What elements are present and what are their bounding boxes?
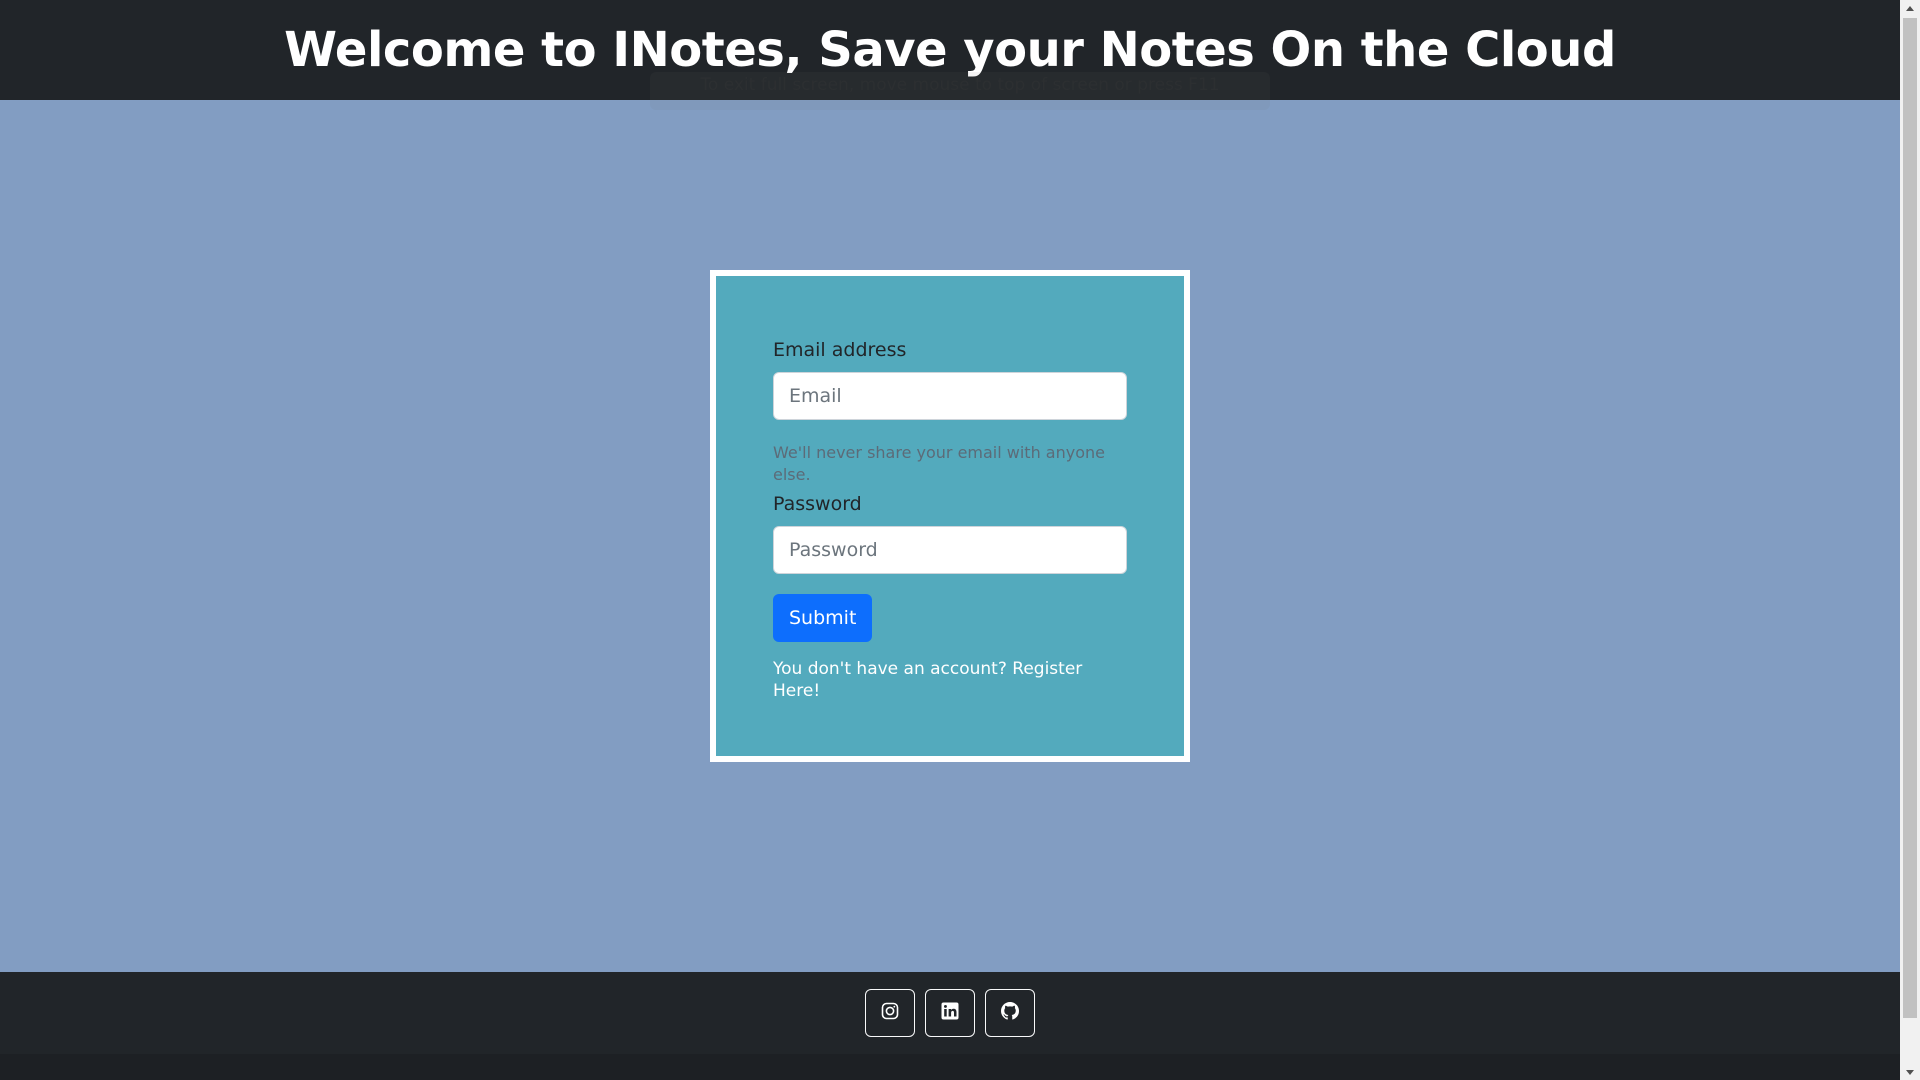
instagram-icon [881,1002,899,1024]
password-group: Password [773,492,1127,574]
email-field[interactable] [773,372,1127,420]
linkedin-icon [941,1002,959,1024]
github-icon [1001,1002,1019,1024]
scroll-down-arrow-icon[interactable] [1900,1064,1920,1080]
instagram-button[interactable] [865,989,915,1037]
bottom-strip [0,1054,1900,1080]
github-button[interactable] [985,989,1035,1037]
register-prompt-text: You don't have an account? [773,659,1007,679]
password-label: Password [773,493,862,515]
footer [0,972,1900,1054]
password-field[interactable] [773,526,1127,574]
main-content: Email address We'll never share your ema… [0,100,1900,972]
page-title: Welcome to INotes, Save your Notes On th… [284,22,1616,78]
page: Welcome to INotes, Save your Notes On th… [0,0,1900,1080]
submit-button[interactable]: Submit [773,594,873,642]
scrollbar-thumb[interactable] [1903,18,1917,1018]
register-prompt: You don't have an account? Register Here… [773,658,1127,702]
email-label: Email address [773,339,907,361]
linkedin-button[interactable] [925,989,975,1037]
email-help-text: We'll never share your email with anyone… [773,443,1105,484]
login-form: Email address We'll never share your ema… [773,338,1127,702]
vertical-scrollbar[interactable] [1900,0,1920,1080]
fullscreen-hint: To exit full screen, move mouse to top o… [650,72,1270,110]
scroll-up-arrow-icon[interactable] [1900,0,1920,16]
login-card: Email address We'll never share your ema… [710,270,1190,762]
